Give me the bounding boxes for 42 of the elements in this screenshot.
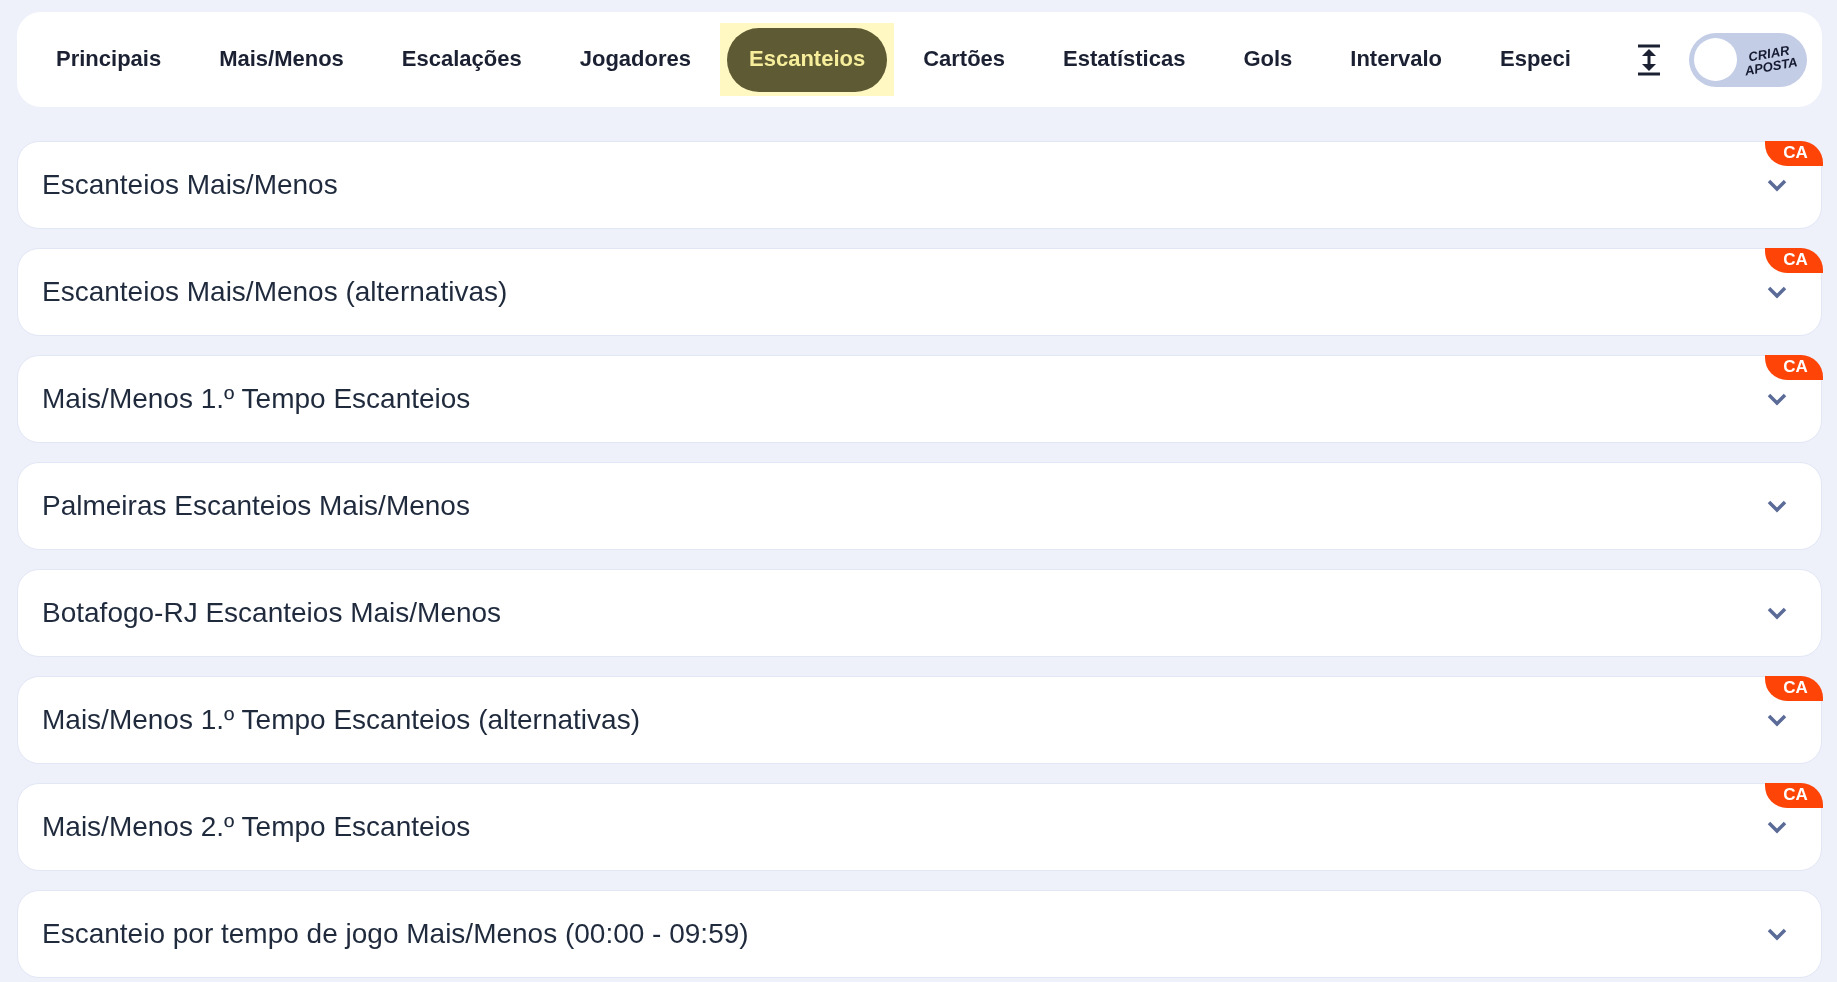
chevron-down-icon[interactable] (1767, 927, 1787, 941)
market-title: Mais/Menos 1.º Tempo Escanteios (42, 383, 471, 415)
chevron-down-icon[interactable] (1767, 178, 1787, 192)
ca-badge: CA (1764, 354, 1823, 380)
ca-badge: CA (1764, 675, 1823, 701)
market-row[interactable]: Palmeiras Escanteios Mais/Menos (17, 462, 1822, 550)
market-tab[interactable]: Escanteios (727, 27, 888, 92)
market-row[interactable]: Escanteios Mais/Menos (alternativas) CA (17, 248, 1822, 336)
ca-badge: CA (1764, 782, 1823, 808)
chevron-down-icon[interactable] (1767, 713, 1787, 727)
market-tab[interactable]: Intervalo (1350, 46, 1442, 73)
market-title: Mais/Menos 1.º Tempo Escanteios (alternativas) (42, 704, 640, 736)
market-tab[interactable]: Jogadores (579, 46, 691, 73)
market-row[interactable]: Mais/Menos 2.º Tempo Escanteios CA (17, 783, 1822, 871)
chevron-down-icon[interactable] (1767, 606, 1787, 620)
expand-vertical-icon[interactable] (1637, 43, 1661, 76)
market-tab[interactable]: Principais (56, 46, 162, 73)
market-tab[interactable]: Gols (1243, 46, 1293, 73)
ca-badge: CA (1764, 140, 1823, 166)
market-title: Palmeiras Escanteios Mais/Menos (42, 490, 470, 522)
market-row[interactable]: Botafogo-RJ Escanteios Mais/Menos (17, 569, 1822, 657)
ca-badge: CA (1764, 247, 1823, 273)
chevron-down-icon[interactable] (1767, 285, 1787, 299)
toggle-knob[interactable] (1694, 38, 1737, 81)
market-tab[interactable]: Estatísticas (1063, 46, 1186, 73)
market-tab[interactable]: Mais/Menos (219, 46, 344, 73)
market-tab[interactable]: Escalações (401, 46, 522, 73)
market-title: Mais/Menos 2.º Tempo Escanteios (42, 811, 471, 843)
market-title: Escanteio por tempo de jogo Mais/Menos (00:00 - 09:59) (42, 918, 749, 950)
market-title: Botafogo-RJ Escanteios Mais/Menos (42, 597, 502, 629)
market-row[interactable]: Escanteio por tempo de jogo Mais/Menos (00:00 - 09:59) (17, 890, 1822, 978)
market-row[interactable]: Mais/Menos 1.º Tempo Escanteios (alternativas) CA (17, 676, 1822, 764)
chevron-down-icon[interactable] (1767, 392, 1787, 406)
chevron-down-icon[interactable] (1767, 499, 1787, 513)
market-row[interactable]: Mais/Menos 1.º Tempo Escanteios CA (17, 355, 1822, 443)
create-bet-toggle[interactable]: CRIAR APOSTA (1689, 32, 1807, 87)
chevron-down-icon[interactable] (1767, 820, 1787, 834)
market-tab[interactable]: Cartões (923, 46, 1006, 73)
market-row[interactable]: Escanteios Mais/Menos CA (17, 141, 1822, 229)
market-title: Escanteios Mais/Menos (alternativas) (42, 276, 508, 308)
market-title: Escanteios Mais/Menos (42, 169, 338, 201)
market-tab[interactable]: Especi (1500, 46, 1571, 73)
